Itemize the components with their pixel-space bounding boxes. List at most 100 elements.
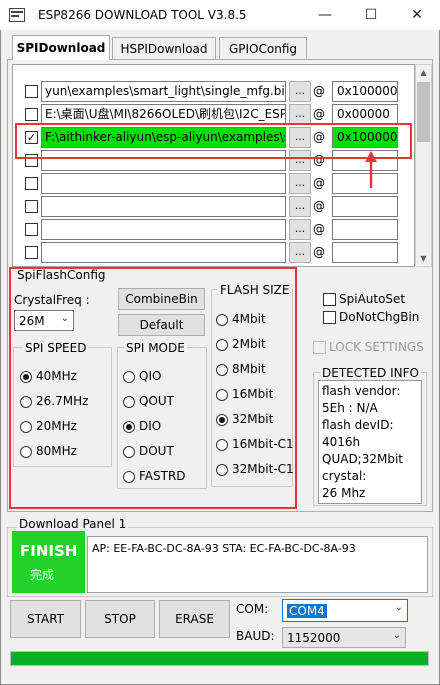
crystal-freq-value: 26M — [19, 313, 45, 328]
row-checkbox[interactable] — [25, 223, 38, 236]
do-not-chg-bin-checkbox[interactable] — [323, 311, 336, 324]
detected-info-line: flash devID: — [322, 418, 394, 432]
chevron-down-icon: ⌄ — [60, 313, 69, 324]
address-field[interactable]: 0x00000 — [332, 104, 398, 125]
lock-settings-checkbox[interactable] — [313, 341, 326, 354]
scroll-up-icon[interactable]: ▲ — [415, 64, 432, 81]
radio-button[interactable] — [123, 471, 135, 483]
detected-info-line: QUAD;32Mbit — [322, 452, 403, 466]
address-field[interactable] — [332, 242, 398, 263]
radio-label: QOUT — [139, 394, 175, 408]
maximize-icon: ☐ — [364, 7, 378, 23]
chevron-down-icon: ⌄ — [392, 630, 401, 641]
default-button[interactable]: Default — [118, 314, 205, 336]
detected-info-line: crystal: — [322, 469, 367, 483]
spi-mode-group — [117, 347, 207, 489]
radio-label: DIO — [139, 419, 162, 433]
at-symbol: @ — [313, 199, 325, 213]
row-checkbox[interactable] — [25, 85, 38, 98]
radio-button[interactable] — [216, 464, 228, 476]
row-checkbox[interactable] — [25, 108, 38, 121]
scrollbar-thumb[interactable] — [417, 82, 430, 142]
browse-button[interactable]: ... — [289, 242, 311, 263]
radio-label: DOUT — [139, 444, 174, 458]
log-output: AP: EE-FA-BC-DC-8A-93 STA: EC-FA-BC-DC-8… — [87, 536, 428, 593]
combine-bin-button[interactable]: CombineBin — [118, 288, 205, 310]
address-field[interactable]: 0x100000 — [332, 81, 398, 102]
crystal-freq-select[interactable]: 26M ⌄ — [14, 310, 74, 331]
scroll-down-icon[interactable]: ▼ — [415, 250, 432, 267]
radio-button[interactable] — [216, 339, 228, 351]
com-select[interactable]: COM4 ⌄ — [282, 599, 408, 622]
radio-button[interactable] — [216, 314, 228, 326]
radio-label: 16Mbit — [232, 387, 274, 401]
file-path-field[interactable]: yun\examples\smart_light\single_mfg.bin — [41, 81, 286, 102]
radio-label: 40MHz — [36, 369, 77, 383]
browse-button[interactable]: ... — [289, 196, 311, 217]
maximize-button[interactable]: ☐ — [348, 0, 394, 30]
row-checkbox[interactable] — [25, 200, 38, 213]
radio-label: 16Mbit-C1 — [232, 437, 294, 451]
radio-label: 32Mbit-C1 — [232, 462, 294, 476]
file-path-field[interactable]: E:\桌面\U盘\MI\8266OLED\刷机包\I2C_ESP — [41, 104, 286, 125]
radio-button[interactable] — [20, 396, 32, 408]
annotation-highlight-row — [15, 123, 412, 159]
radio-button[interactable] — [216, 439, 228, 451]
file-path-field[interactable] — [41, 196, 286, 217]
radio-button[interactable] — [123, 446, 135, 458]
progress-bar — [10, 651, 429, 666]
chevron-down-icon: ⌄ — [394, 602, 403, 613]
spi-speed-title: SPI SPEED — [23, 341, 89, 355]
radio-button[interactable] — [20, 446, 32, 458]
browse-button[interactable]: ... — [289, 219, 311, 240]
tab-spidownload[interactable]: SPIDownload — [12, 35, 110, 60]
spi-flash-config-title: SpiFlashConfig — [17, 268, 106, 282]
at-symbol: @ — [313, 245, 325, 259]
radio-button[interactable] — [123, 396, 135, 408]
com-value: COM4 — [287, 603, 327, 618]
file-path-field[interactable] — [41, 173, 286, 194]
stop-button[interactable]: STOP — [85, 600, 155, 638]
radio-button[interactable] — [20, 371, 32, 383]
detected-info-line: 5Eh : N/A — [322, 401, 378, 415]
crystal-freq-label: CrystalFreq : — [14, 293, 90, 307]
radio-button[interactable] — [123, 421, 135, 433]
address-field[interactable] — [332, 196, 398, 217]
radio-button[interactable] — [216, 389, 228, 401]
radio-label: 8Mbit — [232, 362, 266, 376]
at-symbol: @ — [313, 176, 325, 190]
log-text: AP: EE-FA-BC-DC-8A-93 STA: EC-FA-BC-DC-8… — [92, 542, 356, 555]
radio-label: 4Mbit — [232, 312, 266, 326]
download-panel-title: Download Panel 1 — [17, 517, 129, 531]
minimize-button[interactable]: — — [302, 0, 348, 30]
status-badge: FINISH 完成 — [12, 531, 85, 593]
browse-button[interactable]: ... — [289, 173, 311, 194]
row-checkbox[interactable] — [25, 246, 38, 259]
radio-label: 2Mbit — [232, 337, 266, 351]
start-button[interactable]: START — [10, 600, 81, 638]
browse-button[interactable]: ... — [289, 104, 311, 125]
baud-value: 1152000 — [287, 630, 341, 645]
baud-select[interactable]: 1152000 ⌄ — [282, 627, 406, 648]
close-button[interactable]: ✕ — [394, 0, 440, 30]
annotation-arrow-icon — [365, 151, 377, 188]
erase-button[interactable]: ERASE — [159, 600, 230, 638]
file-path-field[interactable] — [41, 242, 286, 263]
window-title: ESP8266 DOWNLOAD TOOL V3.8.5 — [38, 8, 247, 22]
browse-button[interactable]: ... — [289, 81, 311, 102]
radio-button[interactable] — [216, 364, 228, 376]
spi-auto-set-checkbox[interactable] — [323, 293, 336, 306]
tab-gpioconfig[interactable]: GPIOConfig — [219, 37, 307, 59]
row-checkbox[interactable] — [25, 177, 38, 190]
radio-label: 20MHz — [36, 419, 77, 433]
radio-button[interactable] — [20, 421, 32, 433]
do-not-chg-bin-label: DoNotChgBin — [339, 310, 420, 324]
radio-button[interactable] — [123, 371, 135, 383]
close-icon: ✕ — [411, 7, 423, 23]
at-symbol: @ — [313, 84, 325, 98]
address-field[interactable] — [332, 219, 398, 240]
at-symbol: @ — [313, 222, 325, 236]
file-path-field[interactable] — [41, 219, 286, 240]
radio-button[interactable] — [216, 414, 228, 426]
tab-hspidownload[interactable]: HSPIDownload — [112, 37, 216, 59]
